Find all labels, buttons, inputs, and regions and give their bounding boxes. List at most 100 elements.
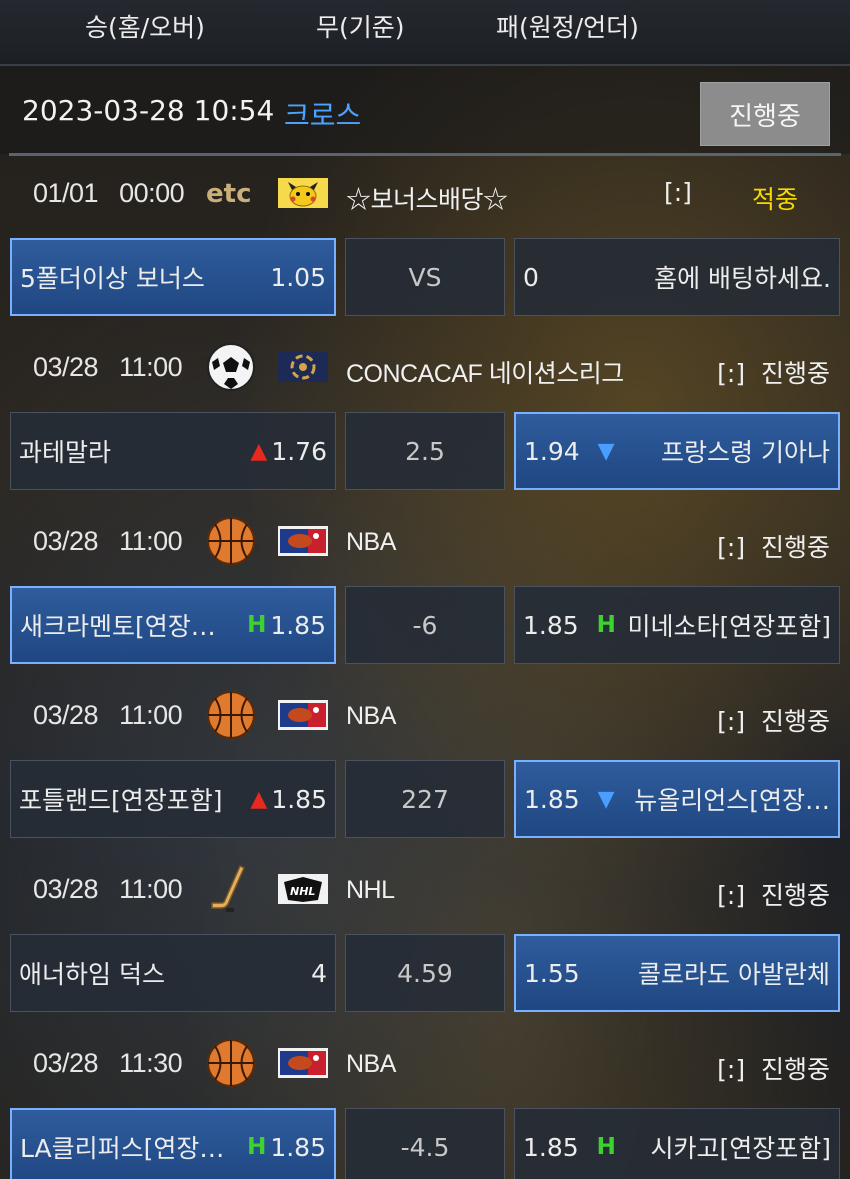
game-time: 03/28 11:00 (33, 526, 183, 556)
game-header: 01/01 00:00 etc ☆보너스배당☆ [:] 적중 (0, 160, 850, 230)
home-bet-button[interactable]: 새크라멘토[연장… H 1.85 (10, 586, 336, 664)
draw-bet-button[interactable]: 4.59 (345, 934, 505, 1012)
handicap-icon: H (596, 612, 616, 638)
home-odds: 1.85 (271, 784, 327, 814)
draw-bet-button[interactable]: VS (345, 238, 505, 316)
basketball-icon (206, 1038, 256, 1088)
game-status: [:] 진행중 (717, 881, 830, 910)
away-bet-button[interactable]: 1.85 H 시카고[연장포함] (514, 1108, 840, 1179)
home-odds: 1.85 (270, 610, 326, 640)
game-time: 03/28 11:00 (33, 700, 183, 730)
pikachu-icon (278, 178, 328, 208)
league-name: ☆보너스배당☆ (346, 186, 508, 214)
home-bet-button[interactable]: 과테말라 ▲ 1.76 (10, 412, 336, 490)
concacaf-logo-icon (278, 352, 328, 382)
home-team-name: LA클리퍼스[연장… (20, 1134, 225, 1163)
game-time: 03/28 11:30 (33, 1048, 183, 1078)
basketball-icon (206, 516, 256, 566)
home-team-name: 포틀랜드[연장포함] (19, 786, 223, 815)
odds-row: LA클리퍼스[연장… H 1.85 -4.5 1.85 H 시카고[연장포함] (0, 1108, 850, 1179)
league-name: CONCACAF 네이션스리그 (346, 360, 624, 388)
score-bracket: [:] (664, 178, 692, 207)
handicap-icon: H (247, 1134, 267, 1160)
game-status: 적중 (751, 185, 798, 214)
league-name: NBA (346, 702, 396, 730)
away-team-name: 시카고[연장포함] (650, 1134, 831, 1163)
arrow-up-icon: ▲ (250, 438, 268, 464)
away-bet-button[interactable]: 1.55 콜로라도 아발란체 (514, 934, 840, 1012)
header-away-win: 패(원정/언더) (496, 13, 639, 42)
draw-bet-button[interactable]: -4.5 (345, 1108, 505, 1179)
game-time: 03/28 11:00 (33, 352, 183, 382)
header-draw: 무(기준) (316, 13, 405, 42)
draw-bet-button[interactable]: 227 (345, 760, 505, 838)
away-odds: 0 (523, 262, 539, 292)
game-status: [:] 진행중 (717, 707, 830, 736)
league-name: NBA (346, 1050, 396, 1078)
away-odds: 1.85 (523, 610, 579, 640)
away-team-name: 뉴올리언스[연장… (634, 786, 830, 815)
game-header: 03/28 11:00 NBA [:] 진행중 (0, 682, 850, 752)
game-status: [:] 진행중 (717, 359, 830, 388)
date-bar: 2023-03-28 10:54 크로스 진행중 (0, 66, 850, 154)
nba-logo-icon (278, 526, 328, 556)
game-status: [:] 진행중 (717, 533, 830, 562)
nba-logo-icon (278, 700, 328, 730)
game-header: 03/28 11:00 NHL NHL [:] 진행중 (0, 856, 850, 926)
home-odds: 1.05 (270, 262, 326, 292)
game-status: [:] 진행중 (717, 1055, 830, 1084)
game-header: 03/28 11:00 CONCACAF 네이션스리그 [:] 진행중 (0, 334, 850, 404)
odds-row: 포틀랜드[연장포함] ▲ 1.85 227 1.85 ▼ 뉴올리언스[연장… (0, 760, 850, 838)
nba-logo-icon (278, 1048, 328, 1078)
home-odds: 1.76 (271, 436, 327, 466)
away-odds: 1.55 (524, 958, 580, 988)
handicap-icon: H (247, 612, 267, 638)
arrow-down-icon: ▼ (597, 786, 615, 812)
arrow-down-icon: ▼ (597, 438, 615, 464)
home-team-name: 과테말라 (19, 438, 112, 467)
home-odds: 4 (311, 958, 327, 988)
away-bet-button[interactable]: 0 홈에 배팅하세요. (514, 238, 840, 316)
odds-row: 5폴더이상 보너스 1.05 VS 0 홈에 배팅하세요. (0, 238, 850, 316)
column-header: 승(홈/오버) 무(기준) 패(원정/언더) (0, 0, 850, 66)
home-bet-button[interactable]: 애너하임 덕스 4 (10, 934, 336, 1012)
soccer-ball-icon (206, 342, 256, 392)
handicap-icon: H (596, 1134, 616, 1160)
home-bet-button[interactable]: LA클리퍼스[연장… H 1.85 (10, 1108, 336, 1179)
away-odds: 1.94 (524, 436, 580, 466)
game-time: 03/28 11:00 (33, 874, 183, 904)
away-bet-button[interactable]: 1.85 H 미네소타[연장포함] (514, 586, 840, 664)
basketball-icon (206, 690, 256, 740)
away-team-name: 미네소타[연장포함] (627, 612, 831, 641)
bet-type-label[interactable]: 크로스 (284, 94, 361, 134)
game-time: 01/01 00:00 (33, 178, 185, 208)
home-bet-button[interactable]: 5폴더이상 보너스 1.05 (10, 238, 336, 316)
draw-bet-button[interactable]: -6 (345, 586, 505, 664)
arrow-up-icon: ▲ (250, 786, 268, 812)
home-odds: 1.85 (270, 1132, 326, 1162)
away-team-name: 홈에 배팅하세요. (654, 264, 831, 293)
league-name: NBA (346, 528, 396, 556)
away-bet-button[interactable]: 1.94 ▼ 프랑스령 기아나 (514, 412, 840, 490)
home-team-name: 애너하임 덕스 (19, 960, 165, 989)
odds-row: 애너하임 덕스 4 4.59 1.55 콜로라도 아발란체 (0, 934, 850, 1012)
home-team-name: 새크라멘토[연장… (20, 612, 216, 641)
home-bet-button[interactable]: 포틀랜드[연장포함] ▲ 1.85 (10, 760, 336, 838)
away-odds: 1.85 (523, 1132, 579, 1162)
odds-row: 새크라멘토[연장… H 1.85 -6 1.85 H 미네소타[연장포함] (0, 586, 850, 664)
hockey-stick-icon (206, 864, 256, 914)
date-time: 2023-03-28 10:54 (22, 94, 275, 127)
etc-text-icon: etc (206, 178, 256, 209)
league-name: NHL (346, 876, 395, 904)
header-home-win: 승(홈/오버) (85, 13, 205, 42)
game-header: 03/28 11:00 NBA [:] 진행중 (0, 508, 850, 578)
away-odds: 1.85 (524, 784, 580, 814)
svg-text:NHL: NHL (290, 885, 315, 898)
in-progress-button[interactable]: 진행중 (700, 82, 830, 146)
divider (9, 153, 841, 156)
nhl-logo-icon: NHL (278, 874, 328, 904)
odds-row: 과테말라 ▲ 1.76 2.5 1.94 ▼ 프랑스령 기아나 (0, 412, 850, 490)
draw-bet-button[interactable]: 2.5 (345, 412, 505, 490)
svg-text:etc: etc (206, 179, 251, 208)
away-bet-button[interactable]: 1.85 ▼ 뉴올리언스[연장… (514, 760, 840, 838)
